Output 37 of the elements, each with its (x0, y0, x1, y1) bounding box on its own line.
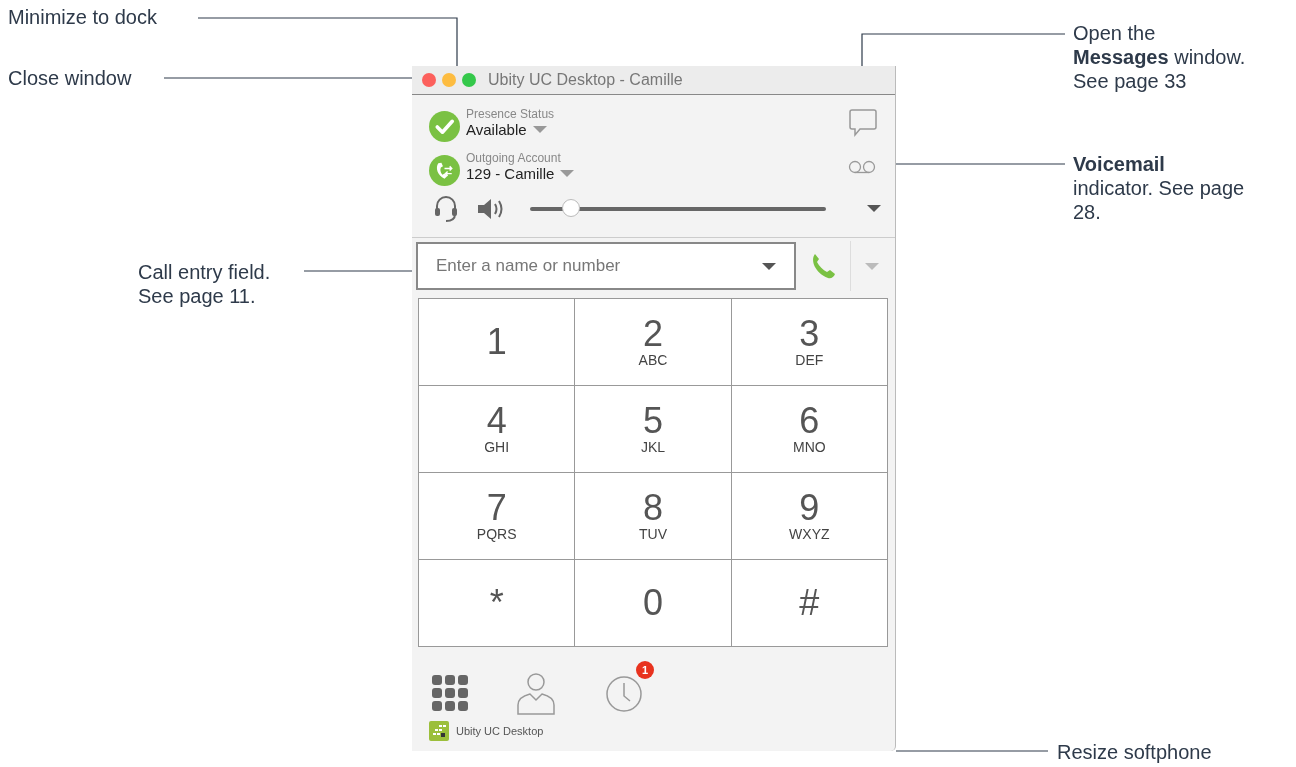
check-icon (429, 111, 460, 143)
notification-badge: 1 (636, 661, 654, 679)
callout-text: Open the Messages window. See page 33 (1073, 21, 1246, 93)
callout-text: Close window (8, 66, 132, 90)
presence-dropdown[interactable]: Available (466, 121, 547, 139)
app-logo-icon (429, 721, 449, 741)
phone-icon (429, 155, 460, 187)
history-tab[interactable]: 1 (604, 661, 654, 717)
keypad-key[interactable]: 2 ABC (575, 299, 732, 386)
keypad-key[interactable]: 6 MNO (731, 386, 888, 473)
keypad-key[interactable]: 0 (575, 560, 732, 647)
keypad-key[interactable]: 9 WXYZ (731, 473, 888, 560)
close-button[interactable] (422, 73, 436, 87)
window-title: Ubity UC Desktop - Camille (488, 71, 683, 89)
keypad-key[interactable]: 5 JKL (575, 386, 732, 473)
keypad-key[interactable]: 7 PQRS (419, 473, 576, 560)
keypad-key[interactable]: 4 GHI (419, 386, 576, 473)
zoom-button[interactable] (462, 73, 476, 87)
callout-text: Minimize to dock (8, 5, 157, 29)
call-entry-field[interactable]: Enter a name or number (416, 242, 796, 290)
caret-icon[interactable] (762, 263, 776, 270)
chat-bubble-icon[interactable] (847, 106, 879, 139)
callout-text: Call entry field. See page 11. (138, 260, 271, 308)
account-label: Outgoing Account (466, 151, 562, 166)
presence-label: Presence Status (466, 107, 556, 122)
minimize-button[interactable] (442, 73, 456, 87)
keypad-key[interactable]: 1 (419, 299, 576, 386)
caret-icon[interactable] (867, 205, 881, 213)
callout-text: Resize softphone (1057, 740, 1212, 764)
keypad-key[interactable]: 3 DEF (731, 299, 888, 386)
headset-icon[interactable] (433, 193, 459, 224)
app-name: Ubity UC Desktop (456, 725, 544, 737)
keypad-key[interactable]: 8 TUV (575, 473, 732, 560)
keypad-key[interactable]: # (731, 560, 888, 647)
callout-text: Voicemail indicator. See page 28. (1073, 152, 1245, 224)
keypad-key[interactable]: * (419, 560, 576, 647)
account-dropdown[interactable]: 129 - Camille (466, 165, 575, 183)
